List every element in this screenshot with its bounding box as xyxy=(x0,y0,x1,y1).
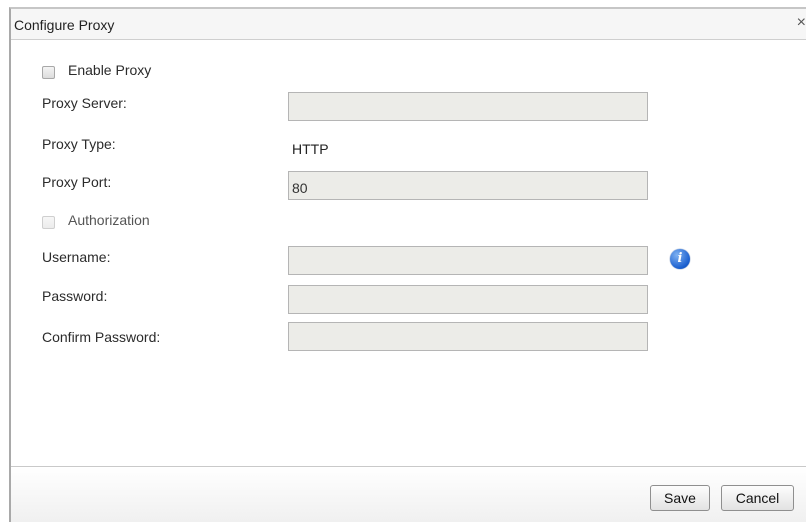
close-icon[interactable]: × xyxy=(797,15,806,31)
proxy-port-input[interactable] xyxy=(288,171,648,200)
password-label: Password: xyxy=(42,288,108,304)
proxy-server-input[interactable] xyxy=(288,92,648,121)
password-input[interactable] xyxy=(288,285,648,314)
dialog-title: Configure Proxy xyxy=(14,17,115,33)
confirm-password-label: Confirm Password: xyxy=(42,329,161,345)
authorization-checkbox[interactable] xyxy=(42,216,55,229)
dialog-footer: Save Cancel xyxy=(11,466,806,522)
info-icon[interactable]: i xyxy=(670,249,690,269)
configure-proxy-dialog: Configure Proxy × Enable Proxy Proxy Ser… xyxy=(9,7,806,522)
confirm-password-input[interactable] xyxy=(288,322,648,351)
username-input[interactable] xyxy=(288,246,648,275)
username-label: Username: xyxy=(42,249,111,265)
proxy-type-value: HTTP xyxy=(292,141,329,157)
dialog-titlebar: Configure Proxy × xyxy=(11,9,806,40)
authorization-label: Authorization xyxy=(68,212,150,228)
proxy-type-label: Proxy Type: xyxy=(42,136,116,152)
proxy-server-label: Proxy Server: xyxy=(42,95,127,111)
enable-proxy-checkbox[interactable] xyxy=(42,66,55,79)
cancel-button[interactable]: Cancel xyxy=(721,485,794,511)
save-button[interactable]: Save xyxy=(650,485,710,511)
proxy-port-label: Proxy Port: xyxy=(42,174,112,190)
enable-proxy-label: Enable Proxy xyxy=(68,62,152,78)
